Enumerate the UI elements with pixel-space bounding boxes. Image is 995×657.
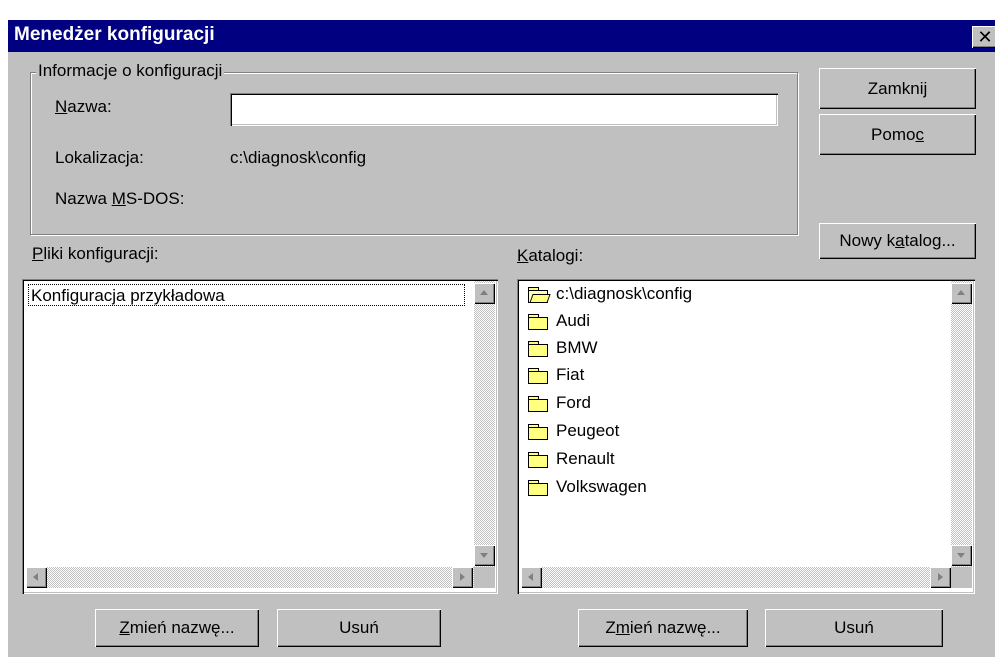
location-label: Lokalizacja: <box>55 148 144 167</box>
rename-folder-button[interactable]: Zm ień nazwę... <box>578 609 748 647</box>
arrow-up-icon <box>957 290 965 295</box>
arrow-left-icon <box>528 573 533 581</box>
folders-scroll-left-button[interactable] <box>521 567 542 588</box>
help-button[interactable]: Pomo c <box>819 114 976 155</box>
delete-config-button[interactable]: Usuń <box>277 609 441 647</box>
folder-icon <box>528 479 548 496</box>
folders-scroll-right-button[interactable] <box>930 567 951 588</box>
tree-item-audi[interactable]: Audi <box>528 308 590 334</box>
new-folder-button[interactable]: Nowy k a talog... <box>819 223 976 259</box>
config-files-vscroll[interactable] <box>474 281 495 571</box>
folder-icon <box>528 313 548 330</box>
tree-item-volkswagen[interactable]: Volkswagen <box>528 474 647 500</box>
tree-item-root[interactable]: c:\diagnosk\config <box>528 281 692 307</box>
folder-icon <box>528 451 548 468</box>
configuration-info-group-title: Informacje o konfiguracji <box>36 61 225 81</box>
tree-item-ford[interactable]: Ford <box>528 390 591 416</box>
folder-icon <box>528 340 548 357</box>
config-files-hscroll[interactable] <box>26 567 474 588</box>
config-files-scroll-up-button[interactable] <box>474 283 495 304</box>
arrow-right-icon <box>938 573 943 581</box>
open-folder-icon <box>528 286 551 303</box>
close-icon: ✕ <box>977 27 993 47</box>
arrow-up-icon <box>480 290 488 295</box>
close-button[interactable]: Zamknij <box>819 68 976 109</box>
tree-item-bmw[interactable]: BMW <box>528 335 598 361</box>
window-title: Menedżer konfiguracji <box>14 24 215 45</box>
config-files-scroll-down-button[interactable] <box>474 545 495 566</box>
folders-scroll-down-button[interactable] <box>951 545 972 566</box>
arrow-right-icon <box>460 573 465 581</box>
folders-label: Katalogi: <box>517 246 584 265</box>
tree-item-fiat[interactable]: Fiat <box>528 362 584 388</box>
config-files-scroll-corner <box>474 567 495 588</box>
rename-config-button[interactable]: Zmień nazwę... <box>95 609 259 647</box>
config-files-list[interactable] <box>22 279 498 594</box>
folders-vscroll[interactable] <box>951 281 972 571</box>
name-label: Nazwa: <box>55 97 112 116</box>
folders-scroll-up-button[interactable] <box>951 283 972 304</box>
delete-folder-button[interactable]: Usuń <box>765 609 943 647</box>
name-input[interactable] <box>230 93 778 126</box>
location-value: c:\diagnosk\config <box>230 148 367 167</box>
folder-icon <box>528 395 548 412</box>
close-window-button[interactable]: ✕ <box>972 26 995 48</box>
msdos-name-label: Nazwa MS-DOS: <box>55 189 185 208</box>
config-files-label: Pliki konfiguracji: <box>32 244 159 263</box>
title-bar[interactable]: Menedżer konfiguracji ✕ <box>8 20 995 52</box>
arrow-down-icon <box>957 553 965 558</box>
tree-item-peugeot[interactable]: Peugeot <box>528 418 619 444</box>
folders-scroll-corner <box>951 567 972 588</box>
config-files-scroll-right-button[interactable] <box>452 567 473 588</box>
folders-hscroll[interactable] <box>521 567 951 588</box>
folder-icon <box>528 367 548 384</box>
config-files-scroll-left-button[interactable] <box>26 567 47 588</box>
list-item[interactable]: Konfiguracja przykładowa <box>28 284 465 306</box>
folder-icon <box>528 423 548 440</box>
arrow-down-icon <box>480 553 488 558</box>
arrow-left-icon <box>33 573 38 581</box>
tree-item-renault[interactable]: Renault <box>528 446 615 472</box>
